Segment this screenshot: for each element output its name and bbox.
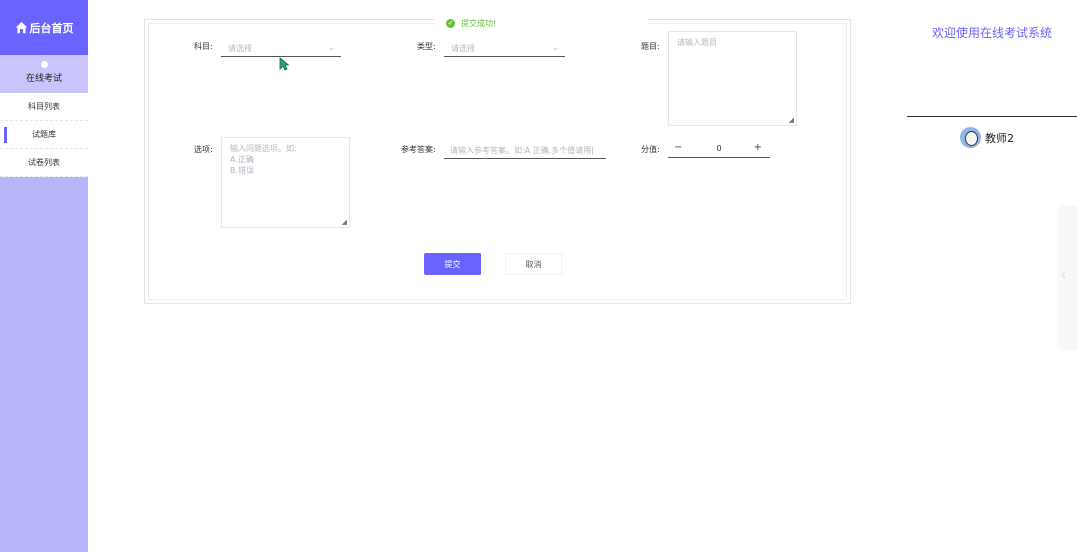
score-stepper[interactable]: − 0 + xyxy=(668,142,770,158)
toast-message: 提交成功! xyxy=(461,18,497,28)
dot-icon xyxy=(40,61,48,68)
sidebar-item-question-bank[interactable]: 试题库 xyxy=(0,121,88,149)
sidebar: 后台首页 在线考试 科目列表 试题库 试卷列表 xyxy=(0,0,88,552)
submenu: 科目列表 试题库 试卷列表 xyxy=(0,93,88,177)
chevron-down-icon: ⌄ xyxy=(328,43,335,52)
answer-input[interactable]: 请输入参考答案。如:A 正确,多个值请用| xyxy=(444,143,606,159)
score-label: 分值: xyxy=(641,145,660,154)
menu-group-online-exam[interactable]: 在线考试 xyxy=(0,55,88,93)
chevron-left-icon: ‹ xyxy=(1060,265,1067,284)
collapse-handle[interactable]: ‹ xyxy=(1057,205,1077,350)
options-label: 选项: xyxy=(194,145,213,154)
options-textarea[interactable]: 输入问题选项。如: A.正确 B.错误 ◢ xyxy=(221,137,350,228)
options-placeholder: 输入问题选项。如: A.正确 B.错误 xyxy=(230,144,297,175)
brand-label: 后台首页 xyxy=(29,21,74,35)
sidebar-item-subjects[interactable]: 科目列表 xyxy=(0,93,88,121)
chevron-down-icon: ⌄ xyxy=(552,43,559,52)
submit-button[interactable]: 提交 xyxy=(424,253,481,275)
resize-handle-icon[interactable]: ◢ xyxy=(789,116,794,124)
home-link[interactable]: 后台首页 xyxy=(0,0,88,55)
menu-group-label: 在线考试 xyxy=(25,74,62,84)
avatar[interactable] xyxy=(960,127,981,148)
answer-label: 参考答案: xyxy=(401,145,436,154)
answer-placeholder: 请输入参考答案。如:A 正确,多个值请用| xyxy=(450,146,594,155)
check-circle-icon: ✓ xyxy=(446,18,455,28)
sidebar-item-papers[interactable]: 试卷列表 xyxy=(0,149,88,177)
increment-button[interactable]: + xyxy=(754,142,762,153)
type-label: 类型: xyxy=(417,42,436,51)
question-label: 题目: xyxy=(641,42,660,51)
home-icon xyxy=(15,21,27,34)
subject-label: 科目: xyxy=(194,42,213,51)
welcome-title: 欢迎使用在线考试系统 xyxy=(931,26,1052,40)
username: 教师2 xyxy=(985,131,1014,145)
type-select[interactable]: 请选择 ⌄ xyxy=(444,41,565,57)
header-divider xyxy=(907,116,1077,117)
type-placeholder: 请选择 xyxy=(451,44,475,53)
subject-placeholder: 请选择 xyxy=(228,44,252,53)
success-toast: ✓ 提交成功! xyxy=(434,12,648,34)
cancel-button[interactable]: 取消 xyxy=(505,253,562,275)
subject-select[interactable]: 请选择 ⌄ xyxy=(221,41,341,57)
question-textarea[interactable]: 请输入题目 ◢ xyxy=(668,31,797,126)
question-placeholder: 请输入题目 xyxy=(677,38,717,47)
user-menu[interactable]: 教师2 xyxy=(960,127,1014,148)
resize-handle-icon[interactable]: ◢ xyxy=(342,218,347,226)
mouse-cursor-icon xyxy=(279,57,289,71)
